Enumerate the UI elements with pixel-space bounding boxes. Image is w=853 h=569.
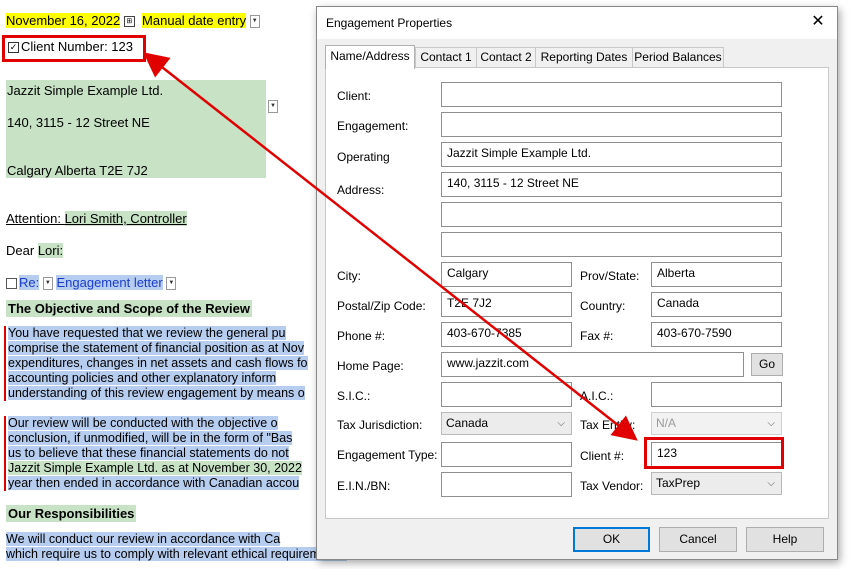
annotation-arrow [143, 52, 638, 441]
tab-name-address[interactable]: Name/Address [325, 45, 415, 69]
